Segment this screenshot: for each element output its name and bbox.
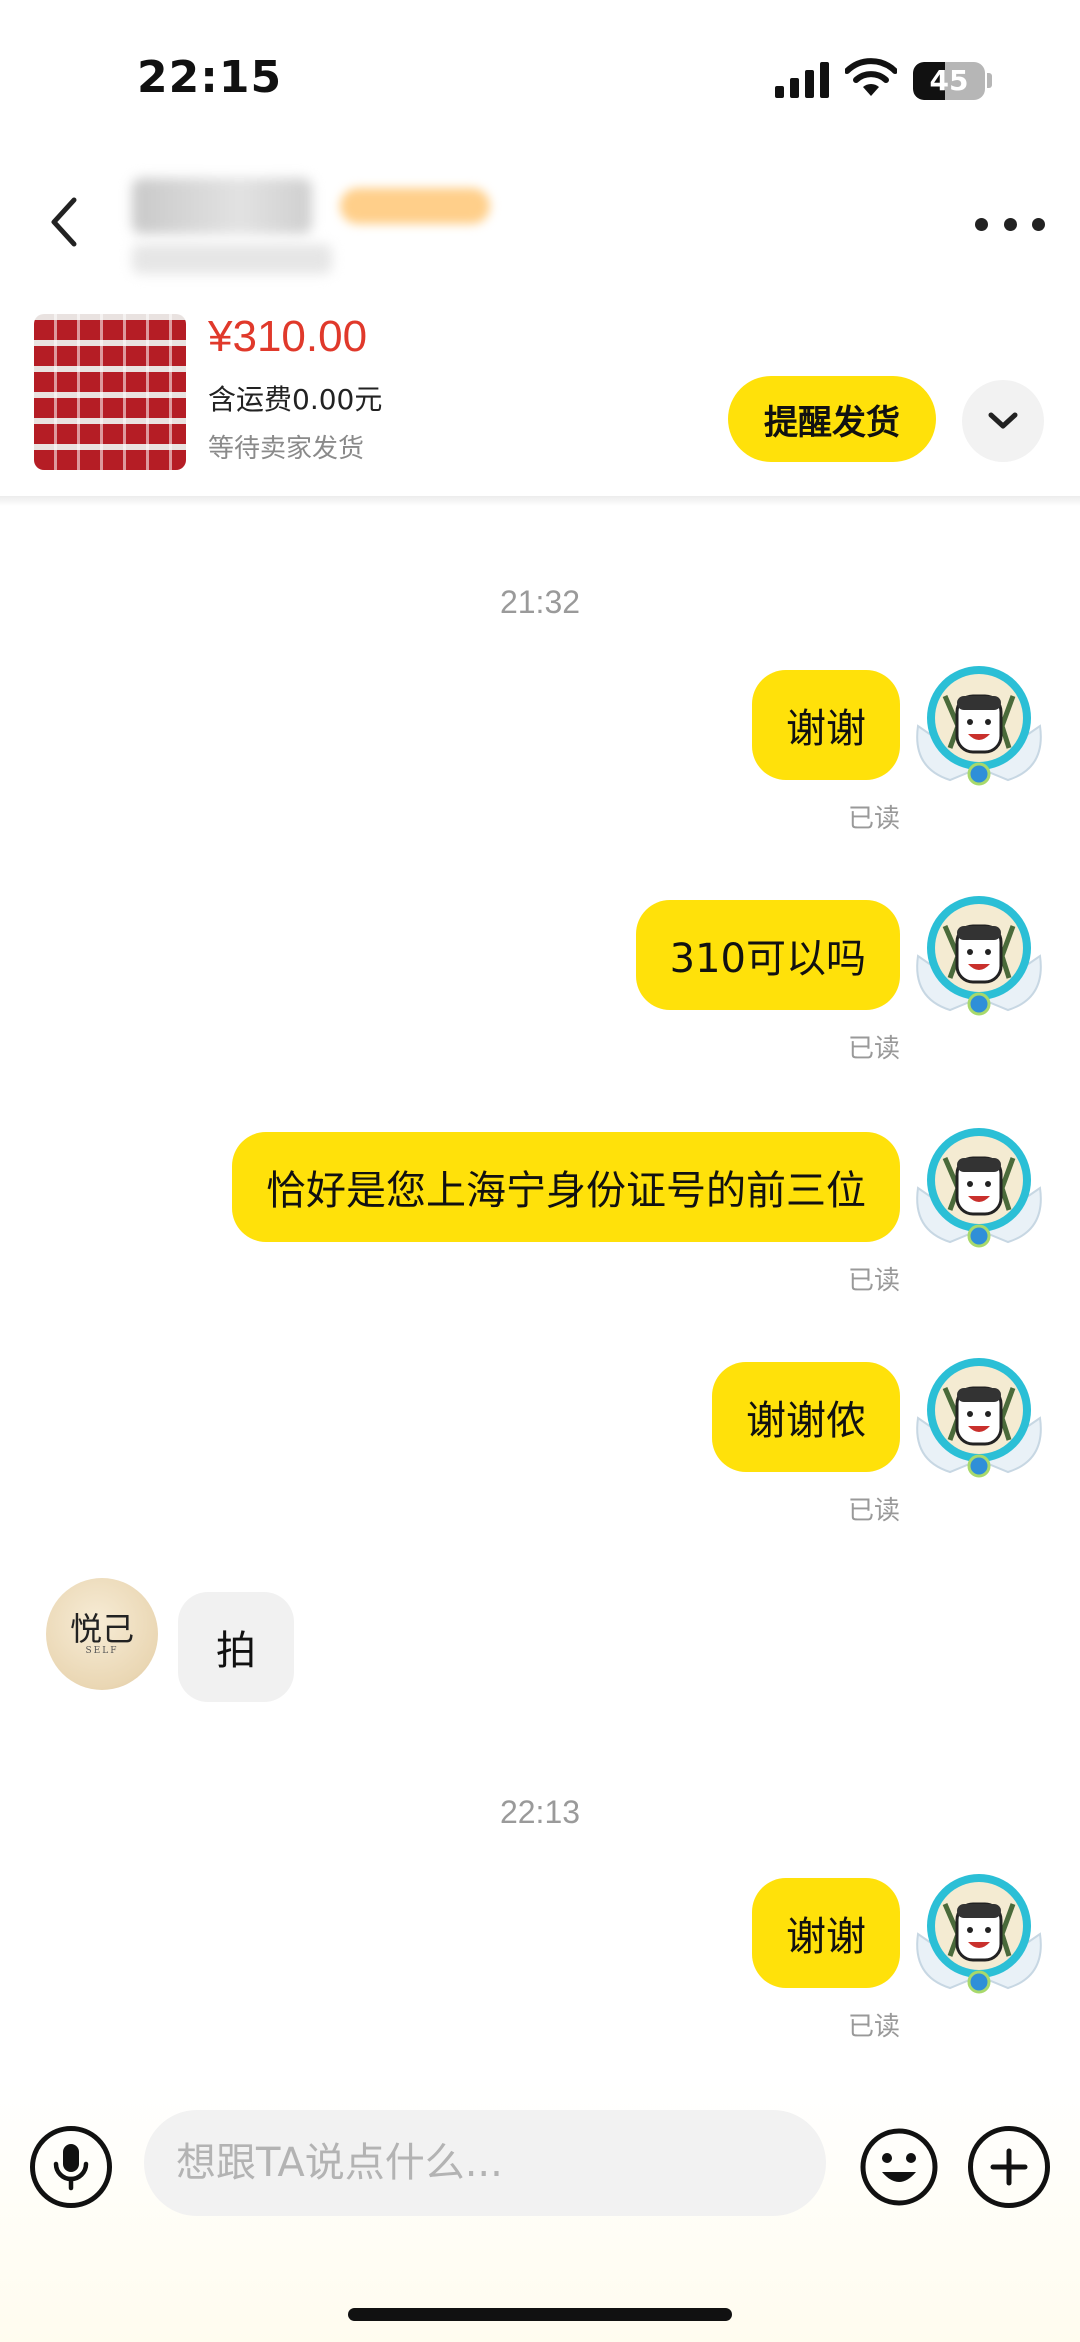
emoji-icon[interactable]: [858, 2126, 940, 2208]
outgoing-message[interactable]: 谢谢侬: [712, 1362, 900, 1472]
wifi-icon: [845, 58, 897, 96]
my-avatar[interactable]: [910, 886, 1048, 1024]
contact-avatar-subtext: SELF: [85, 1646, 119, 1656]
avatar-illustration: [916, 896, 1042, 1016]
input-bar: [0, 2080, 1080, 2342]
plus-button[interactable]: [968, 2126, 1050, 2208]
avatar-illustration: [916, 1358, 1042, 1478]
expand-button[interactable]: [962, 380, 1044, 462]
read-receipt: 已读: [848, 2012, 901, 2042]
contact-badge-blurred: [340, 188, 490, 224]
cellular-signal-icon: [775, 62, 829, 98]
contact-name-blurred[interactable]: [132, 178, 312, 234]
my-avatar[interactable]: [910, 1864, 1048, 2002]
battery-icon: 45: [913, 62, 985, 100]
read-receipt: 已读: [848, 1266, 901, 1296]
avatar-illustration: [916, 1128, 1042, 1248]
chevron-down-icon: [988, 412, 1018, 429]
chat-header: [0, 160, 1080, 290]
chat-timestamp: 21:32: [499, 584, 581, 620]
status-time: 22:15: [137, 52, 283, 103]
status-bar: 22:15 45: [0, 0, 1080, 150]
my-avatar[interactable]: [910, 656, 1048, 794]
avatar-illustration: [916, 666, 1042, 786]
battery-cap: [987, 73, 992, 88]
outgoing-message[interactable]: 恰好是您上海宁身份证号的前三位: [232, 1132, 900, 1242]
contact-avatar-text: 悦己: [69, 1610, 134, 1648]
voice-button[interactable]: [30, 2126, 112, 2208]
remind-ship-button[interactable]: 提醒发货: [728, 376, 936, 462]
shipping-fee: 含运费0.00元: [208, 383, 383, 416]
battery-level: 45: [929, 64, 969, 97]
product-thumbnail[interactable]: [34, 314, 186, 470]
order-price: ¥310.00: [208, 312, 368, 361]
read-receipt: 已读: [848, 1034, 901, 1064]
outgoing-message[interactable]: 谢谢: [752, 1878, 900, 1988]
my-avatar[interactable]: [910, 1118, 1048, 1256]
message-input[interactable]: [144, 2110, 826, 2216]
header-divider: [0, 496, 1080, 506]
outgoing-message[interactable]: 谢谢: [752, 670, 900, 780]
incoming-message[interactable]: 拍: [178, 1592, 294, 1702]
microphone-icon: [53, 2144, 89, 2191]
chevron-left-icon[interactable]: [40, 190, 90, 254]
home-indicator[interactable]: [348, 2308, 732, 2321]
outgoing-message[interactable]: 310可以吗: [635, 900, 900, 1010]
chat-timestamp: 22:13: [499, 1794, 581, 1830]
contact-avatar[interactable]: 悦己 SELF: [46, 1578, 158, 1690]
order-card[interactable]: ¥310.00 含运费0.00元 等待卖家发货 提醒发货: [0, 300, 1080, 500]
read-receipt: 已读: [848, 804, 901, 834]
plus-icon: [990, 2148, 1028, 2186]
read-receipt: 已读: [848, 1496, 901, 1526]
order-status: 等待卖家发货: [208, 434, 365, 464]
my-avatar[interactable]: [910, 1348, 1048, 1486]
avatar-illustration: [916, 1874, 1042, 1994]
contact-subtitle-blurred: [132, 244, 332, 274]
more-horizontal-icon[interactable]: [975, 212, 1045, 236]
